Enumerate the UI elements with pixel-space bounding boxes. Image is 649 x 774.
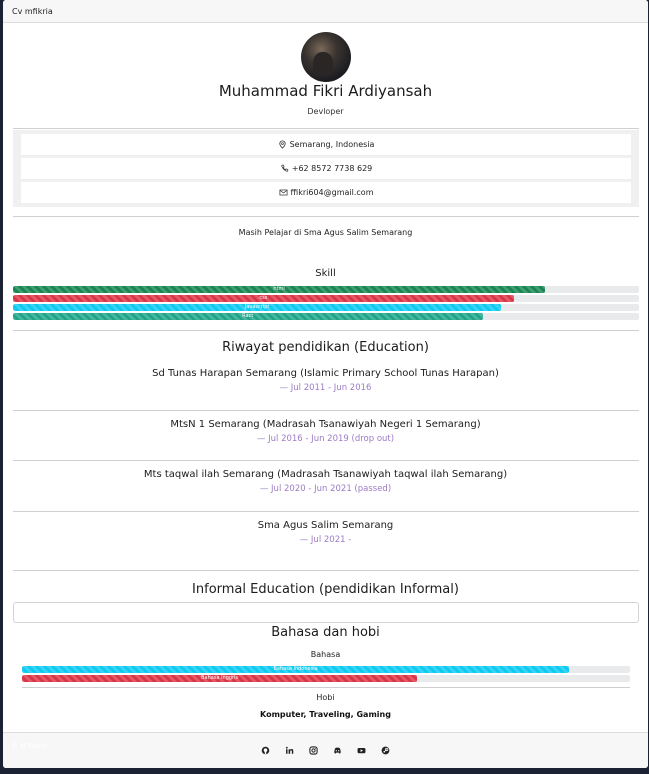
- skill-bar-label: html: [273, 286, 285, 292]
- skill-bar: Ract: [13, 313, 639, 320]
- language-bar-label: Bahasa Indonesia: [273, 666, 318, 672]
- contact-location-text: Semarang, Indonesia: [289, 140, 375, 149]
- divider: [13, 410, 639, 411]
- github-icon[interactable]: [261, 746, 270, 755]
- language-bar-fill: Bahasa Indonesia: [22, 666, 570, 673]
- map-pin-icon: [278, 140, 286, 149]
- language-bar-label: Bahasa Inggris: [201, 675, 239, 681]
- education-period: — Jul 2016 - Jun 2019 (drop out): [256, 434, 395, 444]
- contact-phone-text: +62 8572 7738 629: [291, 164, 373, 173]
- education-title: Riwayat pendidikan (Education): [222, 340, 429, 355]
- education-school: MtsN 1 Semarang (Madrasah Tsanawiyah Neg…: [170, 419, 481, 430]
- avatar: [301, 32, 351, 82]
- skill-bar: html: [13, 286, 639, 293]
- profile-name: Muhammad Fikri Ardiyansah: [218, 82, 433, 100]
- language-bar-fill: Bahasa Inggris: [22, 675, 418, 682]
- education-period: — Jul 2020 - Jun 2021 (passed): [259, 484, 392, 494]
- skill-bar-fill: css: [13, 295, 514, 302]
- contact-phone: +62 8572 7738 629: [21, 158, 631, 179]
- education-school: Sma Agus Salim Semarang: [257, 520, 394, 531]
- divider: [22, 687, 630, 688]
- phone-icon: [281, 164, 289, 172]
- language-subtitle: Bahasa: [310, 650, 341, 659]
- education-period: — Jul 2011 - Jun 2016: [279, 383, 372, 393]
- contact-email[interactable]: ffikri604@gmail.com: [21, 182, 631, 203]
- skill-bar-label: css: [259, 295, 268, 301]
- divider: [13, 216, 639, 217]
- informal-title: Informal Education (pendidikan Informal): [192, 582, 459, 597]
- divider: [13, 570, 639, 571]
- skill-bar-label: Ract: [242, 313, 254, 319]
- education-school: Mts taqwal ilah Semarang (Madrasah Tsana…: [143, 469, 508, 480]
- contact-list: Semarang, Indonesia +62 8572 7738 629 ff…: [13, 130, 639, 207]
- linkedin-icon[interactable]: [285, 746, 294, 755]
- instagram-icon[interactable]: [309, 746, 318, 755]
- divider: [13, 460, 639, 461]
- skill-bar-label: Javascript: [244, 304, 270, 310]
- divider: [13, 511, 639, 512]
- footer: © M Fikria: [3, 732, 648, 768]
- skill-bar: Javascript: [13, 304, 639, 311]
- youtube-icon[interactable]: [357, 746, 366, 755]
- hobby-title: Hobi: [316, 693, 335, 702]
- skill-bar-fill: html: [13, 286, 546, 293]
- education-item: Sd Tunas Harapan Semarang (Islamic Prima…: [3, 368, 648, 393]
- hobby-text: Komputer, Traveling, Gaming: [260, 710, 391, 719]
- contact-location: Semarang, Indonesia: [21, 134, 631, 155]
- window-titlebar: Cv mfikria: [3, 0, 648, 23]
- discord-icon[interactable]: [333, 746, 342, 755]
- skill-title: Skill: [315, 268, 336, 279]
- informal-list: [13, 602, 639, 623]
- cv-content: Muhammad Fikri Ardiyansah Devloper Semar…: [3, 22, 648, 733]
- education-item: Mts taqwal ilah Semarang (Madrasah Tsana…: [3, 469, 648, 494]
- profile-role: Devloper: [307, 107, 344, 116]
- skill-bars: html css Javascript Ract: [13, 286, 639, 322]
- skill-bar-fill: Ract: [13, 313, 483, 320]
- education-item: Sma Agus Salim Semarang — Jul 2021 -: [3, 520, 648, 545]
- steam-icon[interactable]: [381, 746, 390, 755]
- contact-email-text: ffikri604@gmail.com: [290, 188, 374, 197]
- language-bars: Bahasa Indonesia Bahasa Inggris: [22, 666, 630, 684]
- skill-bar-fill: Javascript: [13, 304, 502, 311]
- social-links: [3, 746, 648, 755]
- divider: [13, 330, 639, 331]
- browser-window: Cv mfikria Muhammad Fikri Ardiyansah Dev…: [3, 0, 648, 768]
- window-title: Cv mfikria: [12, 6, 53, 16]
- education-period: — Jul 2021 -: [299, 535, 352, 545]
- education-school: Sd Tunas Harapan Semarang (Islamic Prima…: [152, 368, 499, 379]
- language-bar: Bahasa Inggris: [22, 675, 630, 682]
- divider: [13, 128, 639, 129]
- mail-icon: [279, 189, 287, 196]
- language-title: Bahasa dan hobi: [271, 625, 380, 640]
- language-bar: Bahasa Indonesia: [22, 666, 630, 673]
- about-text: Masih Pelajar di Sma Agus Salim Semarang: [238, 228, 413, 237]
- skill-bar: css: [13, 295, 639, 302]
- education-item: MtsN 1 Semarang (Madrasah Tsanawiyah Neg…: [3, 419, 648, 444]
